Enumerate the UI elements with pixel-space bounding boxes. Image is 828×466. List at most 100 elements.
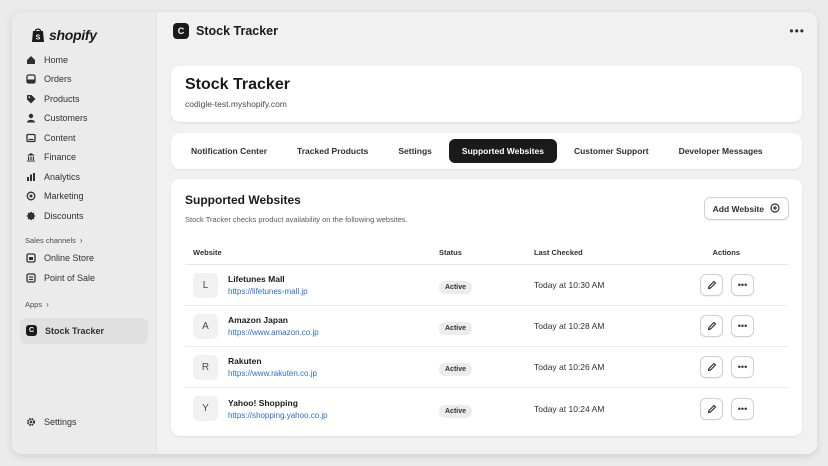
stock-tracker-app-icon: C — [26, 325, 37, 336]
column-header-last-checked: Last Checked — [534, 248, 583, 257]
shopify-logo[interactable]: S shopify — [12, 12, 156, 46]
supported-websites-card: Supported Websites Stock Tracker checks … — [171, 179, 802, 436]
sidebar-item-discounts[interactable]: Discounts — [12, 206, 156, 226]
sidebar-item-label: Discounts — [44, 210, 84, 221]
sidebar-item-orders[interactable]: Orders — [12, 70, 156, 90]
website-url-link[interactable]: https://www.rakuten.co.jp — [228, 369, 317, 378]
orders-icon — [26, 74, 36, 84]
website-name: Lifetunes Mall — [228, 274, 285, 284]
more-actions-button[interactable]: ••• — [731, 274, 754, 296]
tab-notification-center[interactable]: Notification Center — [178, 139, 280, 163]
website-avatar: L — [193, 272, 218, 298]
app-window: S shopify Home Orders Products Customers… — [12, 12, 817, 454]
more-actions-button[interactable]: ••• — [731, 356, 754, 378]
tab-settings[interactable]: Settings — [385, 139, 445, 163]
table-row: R Rakuten https://www.rakuten.co.jp Acti… — [185, 347, 788, 388]
sidebar-item-label: Content — [44, 132, 76, 143]
edit-button[interactable] — [700, 274, 723, 296]
tab-customer-support[interactable]: Customer Support — [561, 139, 662, 163]
status-badge: Active — [439, 404, 473, 418]
status-badge: Active — [439, 281, 473, 294]
tag-icon — [26, 94, 36, 104]
website-avatar: A — [193, 313, 218, 339]
sidebar-item-settings[interactable]: Settings — [12, 413, 77, 433]
chevron-right-icon: › — [79, 236, 83, 245]
column-header-website: Website — [193, 248, 222, 257]
website-info: Lifetunes Mall https://lifetunes-mall.jp — [228, 274, 308, 296]
apps-section[interactable]: Apps › — [12, 297, 156, 313]
sidebar-item-label: Online Store — [44, 253, 95, 264]
tab-supported-websites[interactable]: Supported Websites — [448, 139, 557, 163]
more-actions-button[interactable]: ••• — [731, 315, 754, 337]
pos-icon — [26, 273, 36, 283]
content-icon — [26, 133, 36, 143]
target-icon — [26, 191, 36, 201]
sidebar-item-products[interactable]: Products — [12, 89, 156, 109]
sidebar-item-label: Home — [44, 54, 69, 65]
more-actions-button[interactable]: ••• — [731, 397, 754, 420]
shop-domain: codigle-test.myshopify.com — [185, 99, 287, 109]
more-options-icon[interactable]: ••• — [789, 24, 805, 38]
bank-icon — [26, 152, 36, 162]
add-website-button[interactable]: Add Website — [703, 197, 789, 220]
actions-cell: ••• — [690, 397, 788, 420]
status-cell: Active — [439, 317, 534, 335]
tab-tracked-products[interactable]: Tracked Products — [284, 139, 381, 163]
table-header: Website Status Last Checked Actions — [185, 241, 788, 265]
sidebar-item-marketing[interactable]: Marketing — [12, 187, 156, 207]
pencil-icon — [707, 321, 716, 331]
status-cell: Active — [439, 358, 534, 376]
sidebar-item-content[interactable]: Content — [12, 128, 156, 148]
table-row: A Amazon Japan https://www.amazon.co.jp … — [185, 306, 788, 347]
website-avatar: R — [193, 354, 218, 380]
website-url-link[interactable]: https://shopping.yahoo.co.jp — [228, 411, 328, 420]
sidebar-item-stock-tracker[interactable]: C Stock Tracker — [20, 317, 148, 344]
column-header-status: Status — [439, 248, 462, 257]
sidebar-item-online-store[interactable]: Online Store — [12, 249, 156, 269]
sidebar-item-point-of-sale[interactable]: Point of Sale — [12, 268, 156, 288]
edit-button[interactable] — [700, 397, 723, 420]
sales-channels-section[interactable]: Sales channels › — [12, 233, 156, 249]
more-horizontal-icon: ••• — [737, 403, 748, 414]
edit-button[interactable] — [700, 315, 723, 337]
home-icon — [26, 55, 36, 65]
website-info: Amazon Japan https://www.amazon.co.jp — [228, 315, 319, 337]
sidebar-item-finance[interactable]: Finance — [12, 148, 156, 168]
website-avatar: Y — [193, 396, 218, 421]
actions-cell: ••• — [690, 356, 788, 378]
sidebar: S shopify Home Orders Products Customers… — [12, 12, 156, 454]
sidebar-item-analytics[interactable]: Analytics — [12, 167, 156, 187]
edit-button[interactable] — [700, 356, 723, 378]
tab-developer-messages[interactable]: Developer Messages — [666, 139, 776, 163]
discount-icon — [26, 211, 36, 221]
sidebar-item-home[interactable]: Home — [12, 50, 156, 70]
status-cell: Active — [439, 400, 534, 418]
status-cell: Active — [439, 276, 534, 294]
status-badge: Active — [439, 322, 473, 335]
sidebar-item-label: Finance — [44, 152, 77, 163]
last-checked: Today at 10:28 AM — [534, 321, 605, 331]
sidebar-item-customers[interactable]: Customers — [12, 109, 156, 129]
svg-text:S: S — [36, 34, 41, 41]
actions-cell: ••• — [690, 274, 788, 296]
brand-name: shopify — [49, 26, 97, 43]
sidebar-item-label: Marketing — [44, 191, 84, 202]
last-checked: Today at 10:30 AM — [534, 280, 605, 290]
website-name: Yahoo! Shopping — [228, 397, 298, 408]
last-checked: Today at 10:26 AM — [534, 362, 605, 372]
section-label: Apps — [25, 300, 43, 309]
website-url-link[interactable]: https://lifetunes-mall.jp — [228, 287, 308, 296]
pencil-icon — [707, 280, 716, 290]
app-header-card: Stock Tracker codigle-test.myshopify.com — [171, 66, 802, 122]
websites-table: Website Status Last Checked Actions L Li… — [185, 241, 788, 429]
chart-icon — [26, 172, 36, 182]
add-website-label: Add Website — [712, 203, 764, 214]
website-info: Yahoo! Shopping https://shopping.yahoo.c… — [228, 398, 328, 420]
table-row: L Lifetunes Mall https://lifetunes-mall.… — [185, 265, 788, 306]
website-cell: R Rakuten https://www.rakuten.co.jp — [185, 354, 439, 380]
more-horizontal-icon: ••• — [737, 280, 748, 290]
more-horizontal-icon: ••• — [737, 362, 748, 372]
sidebar-item-label: Settings — [44, 417, 77, 428]
sidebar-item-label: Point of Sale — [44, 272, 96, 283]
website-url-link[interactable]: https://www.amazon.co.jp — [228, 328, 319, 337]
